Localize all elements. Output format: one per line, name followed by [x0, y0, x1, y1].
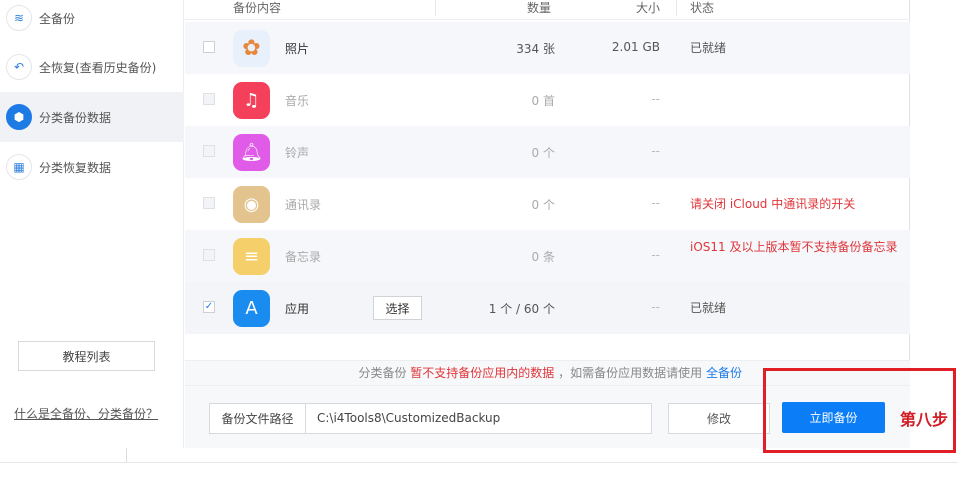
backup-path-input[interactable]: C:\i4Tools8\CustomizedBackup [306, 403, 652, 434]
box-icon: ⬢ [6, 104, 32, 130]
backup-path-label: 备份文件路径 [209, 403, 306, 434]
table-row-ringtones: 🔔︎ 铃声 0 个 -- [185, 126, 910, 178]
header-content: 备份内容 [233, 1, 282, 15]
table-row-contacts: ◉ 通讯录 0 个 -- 请关闭 iCloud 中通讯录的开关 [185, 178, 910, 230]
table-header: 备份内容 数量 大小 状态 [185, 0, 910, 20]
sidebar-item-full-restore[interactable]: ↶ 全恢复(查看历史备份) [0, 42, 184, 92]
sidebar-item-full-backup[interactable]: ≋ 全备份 [0, 0, 184, 43]
step-annotation: 第八步 [900, 410, 949, 429]
layers-icon: ≋ [6, 5, 32, 31]
row-checkbox[interactable] [203, 41, 215, 53]
row-checkbox [203, 249, 215, 261]
row-checkbox [203, 145, 215, 157]
full-backup-link[interactable]: 全备份 [706, 366, 742, 380]
contacts-icon: ◉ [233, 186, 270, 223]
sidebar-item-category-backup[interactable]: ⬢ 分类备份数据 [0, 92, 184, 142]
table-row-music: ♫ 音乐 0 首 -- [185, 74, 910, 126]
row-checkbox [203, 197, 215, 209]
divider [0, 462, 958, 463]
help-link[interactable]: 什么是全备份、分类备份？ [14, 405, 158, 422]
modify-path-button[interactable]: 修改 [668, 403, 770, 434]
sidebar-item-category-restore[interactable]: ▦ 分类恢复数据 [0, 142, 184, 192]
music-icon: ♫ [233, 82, 270, 119]
table-row-notes: ≡ 备忘录 0 条 -- iOS11 及以上版本暂不支持备份备忘录 [185, 230, 910, 282]
bell-icon: 🔔︎ [233, 134, 270, 171]
row-checkbox [203, 93, 215, 105]
table-row-apps[interactable]: ✓ A 应用 选择 1 个 / 60 个 -- 已就绪 [185, 282, 910, 334]
tutorial-list-button[interactable]: 教程列表 [18, 341, 155, 371]
divider [126, 448, 127, 462]
header-count: 数量 [527, 1, 552, 15]
row-checkbox-checked[interactable]: ✓ [203, 301, 215, 313]
header-size: 大小 [636, 1, 661, 15]
grid-icon: ▦ [6, 154, 32, 180]
undo-icon: ↶ [6, 54, 32, 80]
app-store-icon: A [233, 290, 270, 327]
photos-icon: ✿ [233, 30, 270, 67]
table-row-photos[interactable]: ✿ 照片 334 张 2.01 GB 已就绪 [185, 22, 910, 74]
sidebar: ≋ 全备份 ↶ 全恢复(查看历史备份) ⬢ 分类备份数据 ▦ 分类恢复数据 教程列表 什… [0, 0, 184, 448]
header-status: 状态 [690, 1, 715, 15]
select-apps-button[interactable]: 选择 [373, 296, 422, 320]
notes-icon: ≡ [233, 238, 270, 275]
